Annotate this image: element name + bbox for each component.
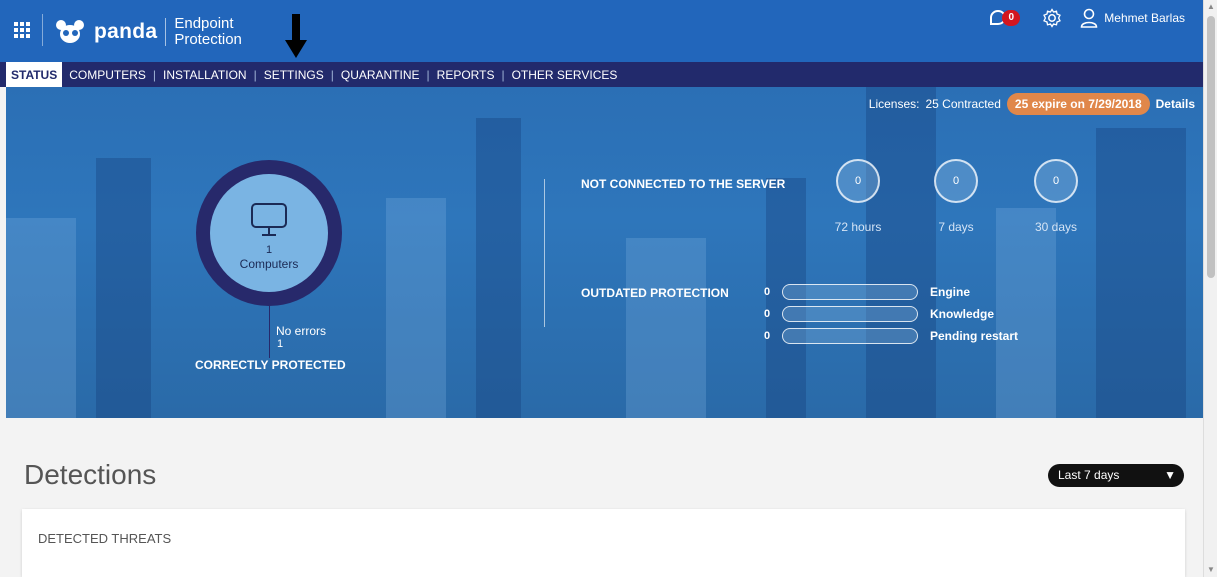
- notification-badge: 0: [1002, 10, 1021, 26]
- status-panel: Licenses: 25 Contracted 25 expire on 7/2…: [6, 87, 1203, 418]
- top-header: panda Endpoint Protection 0 Mehmet Barla…: [0, 0, 1203, 62]
- not-connected-30d-circle[interactable]: 0: [1034, 159, 1078, 203]
- not-connected-72h-circle[interactable]: 0: [836, 159, 880, 203]
- scrollbar-thumb[interactable]: [1207, 16, 1215, 278]
- skyline-building: [476, 118, 521, 418]
- user-icon: [1080, 8, 1098, 28]
- tab-status[interactable]: STATUS: [6, 62, 63, 87]
- outdated-engine-count: 0: [764, 286, 771, 298]
- computers-summary: 1 Computers: [210, 174, 328, 292]
- date-range-select[interactable]: Last 7 days ▼: [1048, 464, 1184, 487]
- outdated-knowledge-count: 0: [764, 308, 771, 320]
- outdated-pending-restart-row[interactable]: 0 Pending restart: [764, 328, 1018, 344]
- computer-count: 1: [265, 244, 273, 256]
- outdated-engine-bar: [782, 284, 918, 300]
- skyline-building: [996, 208, 1056, 418]
- not-connected-7d-label: 7 days: [938, 220, 974, 234]
- outdated-protection-title: OUTDATED PROTECTION: [581, 286, 729, 300]
- logo-separator: [165, 18, 167, 46]
- monitor-icon: [251, 203, 287, 236]
- donut-leader-line: [269, 306, 270, 358]
- header-actions: 0 Mehmet Barlas: [990, 8, 1185, 28]
- outdated-knowledge-row[interactable]: 0 Knowledge: [764, 306, 994, 322]
- page-scrollbar[interactable]: ▲ ▼: [1203, 0, 1217, 577]
- licenses-label: Licenses:: [868, 97, 920, 111]
- skyline-building: [6, 218, 76, 418]
- logo-wordmark: panda: [94, 20, 158, 43]
- correctly-protected-label: CORRECTLY PROTECTED: [195, 358, 346, 372]
- date-range-value: Last 7 days: [1058, 468, 1120, 482]
- user-menu[interactable]: Mehmet Barlas: [1080, 8, 1185, 28]
- outdated-engine-label: Engine: [930, 285, 971, 299]
- scroll-down-icon[interactable]: ▼: [1204, 563, 1217, 577]
- tab-computers[interactable]: COMPUTERS: [62, 62, 153, 87]
- tab-installation[interactable]: INSTALLATION: [156, 62, 254, 87]
- license-expire-badge[interactable]: 25 expire on 7/29/2018: [1006, 93, 1150, 115]
- tab-settings[interactable]: SETTINGS: [257, 62, 331, 87]
- detected-threats-title: DETECTED THREATS: [38, 531, 172, 546]
- detected-threats-card: DETECTED THREATS: [22, 509, 1185, 577]
- licenses-bar: Licenses: 25 Contracted 25 expire on 7/2…: [869, 93, 1195, 115]
- detections-heading: Detections: [24, 459, 157, 490]
- licenses-contracted: 25 Contracted: [925, 97, 1001, 111]
- apps-grid-icon[interactable]: [14, 22, 30, 38]
- skyline-building: [626, 238, 706, 418]
- outdated-knowledge-bar: [782, 306, 918, 322]
- skyline-building: [386, 198, 446, 418]
- not-connected-30d-label: 30 days: [1034, 220, 1078, 234]
- not-connected-7d-circle[interactable]: 0: [934, 159, 978, 203]
- not-connected-title: NOT CONNECTED TO THE SERVER: [581, 177, 786, 191]
- tab-reports[interactable]: REPORTS: [430, 62, 502, 87]
- no-errors-label[interactable]: No errors: [276, 324, 326, 338]
- outdated-engine-row[interactable]: 0 Engine: [764, 284, 970, 300]
- skyline-building: [1096, 128, 1186, 418]
- header-divider: [42, 14, 43, 46]
- tab-quarantine[interactable]: QUARANTINE: [334, 62, 427, 87]
- panda-head-icon: [54, 19, 88, 45]
- protection-status-donut[interactable]: 1 Computers: [196, 160, 342, 306]
- caret-down-icon: ▼: [1164, 468, 1176, 482]
- licenses-details-link[interactable]: Details: [1156, 97, 1195, 111]
- scroll-up-icon[interactable]: ▲: [1204, 0, 1217, 14]
- product-name-line1: Endpoint: [174, 15, 234, 32]
- panda-logo[interactable]: panda Endpoint Protection: [54, 16, 264, 48]
- outdated-pending-restart-count: 0: [764, 330, 771, 342]
- gear-icon[interactable]: [1042, 8, 1062, 28]
- computer-label: Computers: [239, 257, 299, 271]
- skyline-building: [866, 87, 936, 418]
- panel-divider: [544, 179, 545, 327]
- notifications-button[interactable]: 0: [990, 8, 1024, 28]
- skyline-building: [96, 158, 151, 418]
- product-name-line2: Protection: [174, 31, 242, 48]
- outdated-pending-restart-bar: [782, 328, 918, 344]
- down-arrow-icon: [285, 14, 307, 58]
- no-errors-count: 1: [277, 338, 284, 350]
- outdated-pending-restart-label: Pending restart: [930, 329, 1019, 343]
- not-connected-72h-label: 72 hours: [834, 220, 882, 234]
- main-navigation: STATUS COMPUTERS | INSTALLATION | SETTIN…: [0, 62, 1203, 87]
- outdated-knowledge-label: Knowledge: [930, 307, 995, 321]
- user-name: Mehmet Barlas: [1104, 11, 1185, 25]
- tab-other-services[interactable]: OTHER SERVICES: [505, 62, 625, 87]
- product-name: Endpoint Protection: [174, 16, 264, 48]
